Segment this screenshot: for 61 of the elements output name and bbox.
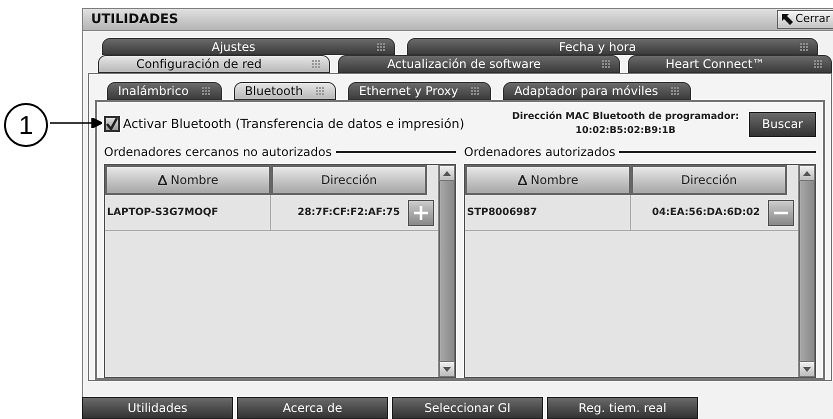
callout-number: 1 — [4, 103, 48, 147]
tab[interactable]: Inalámbrico — [107, 82, 222, 100]
column-header[interactable]: Dirección — [271, 165, 427, 195]
plus-icon — [414, 206, 428, 220]
up-arrow-icon — [443, 170, 451, 176]
close-button[interactable]: Cerrar — [777, 10, 833, 29]
checkbox-label: Activar Bluetooth (Transferencia de datos e impresión) — [123, 114, 464, 133]
up-arrow-icon — [803, 170, 811, 176]
grip-icon — [311, 59, 321, 69]
grip-icon — [601, 59, 611, 69]
grip-icon — [314, 86, 325, 96]
grip-icon — [813, 59, 823, 69]
nav-tab[interactable]: Utilidades — [82, 397, 233, 419]
callout-arrow — [50, 118, 102, 128]
sort-triangle-icon — [518, 175, 527, 185]
column-header[interactable]: Nombre — [465, 165, 631, 195]
mac-address: 10:02:B5:02:B9:1B — [575, 124, 676, 138]
tab[interactable]: Ajustes — [102, 38, 395, 55]
scroll-down-button[interactable] — [799, 361, 815, 377]
grip-icon — [799, 42, 809, 52]
section-title: Ordenadores cercanos no autorizados — [104, 144, 332, 161]
grip-icon — [376, 42, 386, 52]
scroll-up-button[interactable] — [799, 165, 815, 181]
search-button[interactable]: Buscar — [749, 112, 816, 136]
scroll-down-button[interactable] — [439, 361, 455, 377]
minus-icon — [774, 210, 788, 214]
tab[interactable]: Fecha y hora — [407, 38, 818, 55]
table-cell-text: 28:7F:CF:F2:AF:75 — [297, 206, 400, 220]
grip-icon — [470, 86, 480, 96]
add-button[interactable] — [408, 200, 434, 226]
tab[interactable]: Actualización de software — [338, 55, 620, 73]
cursor-arrow-icon — [782, 14, 794, 25]
scroll-thumb[interactable] — [799, 181, 815, 361]
scrollbar[interactable] — [798, 165, 815, 377]
nav-tab[interactable]: Reg. tiem. real — [547, 397, 698, 419]
checkbox[interactable] — [104, 116, 120, 132]
tab[interactable]: Configuración de red — [98, 55, 330, 73]
mac-label: Dirección MAC Bluetooth de programador: — [512, 110, 739, 124]
nav-tab[interactable]: Seleccionar GI — [392, 397, 543, 419]
window-title: UTILIDADES — [91, 10, 178, 29]
sort-triangle-icon — [158, 175, 167, 185]
table-cell: STP8006987 — [465, 195, 631, 230]
scrollbar[interactable] — [438, 165, 455, 377]
table-cell: LAPTOP-S3G7MOQF — [105, 195, 271, 230]
nav-tab[interactable]: Acerca de — [237, 397, 388, 419]
tab[interactable]: Bluetooth — [234, 82, 336, 100]
column-header[interactable]: Nombre — [105, 165, 271, 195]
checkmark-icon — [106, 118, 118, 130]
scroll-up-button[interactable] — [439, 165, 455, 181]
column-header[interactable]: Dirección — [631, 165, 787, 195]
remove-button[interactable] — [768, 200, 794, 226]
down-arrow-icon — [443, 366, 451, 372]
grip-icon — [200, 86, 211, 96]
tab[interactable]: Ethernet y Proxy — [348, 82, 492, 100]
table-cell-text: 04:EA:56:DA:6D:02 — [652, 206, 760, 220]
tab[interactable]: Heart Connect™ — [628, 55, 832, 73]
grip-icon — [670, 86, 680, 96]
tab[interactable]: Adaptador para móviles — [503, 82, 692, 100]
scroll-thumb[interactable] — [439, 181, 455, 361]
section-title: Ordenadores autorizados — [464, 144, 616, 161]
down-arrow-icon — [803, 366, 811, 372]
